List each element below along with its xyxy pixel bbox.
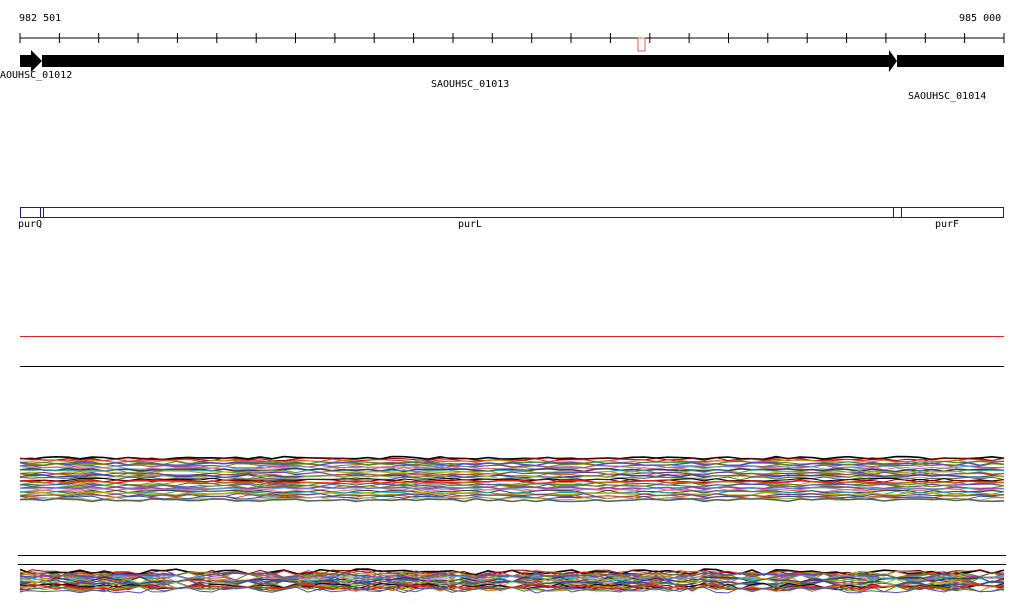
feature-label-purq: purQ bbox=[18, 219, 43, 230]
coverage-track-lower bbox=[19, 568, 1005, 594]
gene-arrow-saouhsc-01012[interactable] bbox=[20, 50, 42, 72]
feature-box-purq[interactable] bbox=[20, 207, 41, 218]
coverage-line bbox=[19, 497, 1005, 503]
gene-label-saouhsc-01013: SAOUHSC_01013 bbox=[431, 79, 510, 90]
position-marker[interactable] bbox=[637, 37, 646, 52]
genome-browser-canvas bbox=[18, 33, 1006, 594]
feature-label-purl: purL bbox=[458, 219, 483, 230]
gene-track bbox=[20, 50, 1004, 72]
gene-label-saouhsc-01014: SAOUHSC_01014 bbox=[908, 91, 987, 102]
gene-label-saouhsc-01012: AOUHSC_01012 bbox=[0, 70, 73, 81]
gene-arrow-saouhsc-01014[interactable] bbox=[897, 55, 1004, 67]
ruler-end-label: 985 000 bbox=[959, 13, 1002, 24]
gene-arrow-saouhsc-01013[interactable] bbox=[42, 55, 890, 67]
feature-label-purf: purF bbox=[935, 219, 960, 230]
ruler-start-label: 982 501 bbox=[19, 13, 62, 24]
feature-box-purf[interactable] bbox=[901, 207, 1004, 218]
gene-arrowhead-saouhsc-01013 bbox=[889, 50, 897, 72]
coverage-track-upper bbox=[19, 455, 1005, 503]
feature-box-purl[interactable] bbox=[43, 207, 894, 218]
feature-box-purf-left-cap bbox=[893, 207, 902, 218]
feature-track bbox=[20, 207, 1004, 218]
coordinate-ruler bbox=[19, 33, 1005, 43]
